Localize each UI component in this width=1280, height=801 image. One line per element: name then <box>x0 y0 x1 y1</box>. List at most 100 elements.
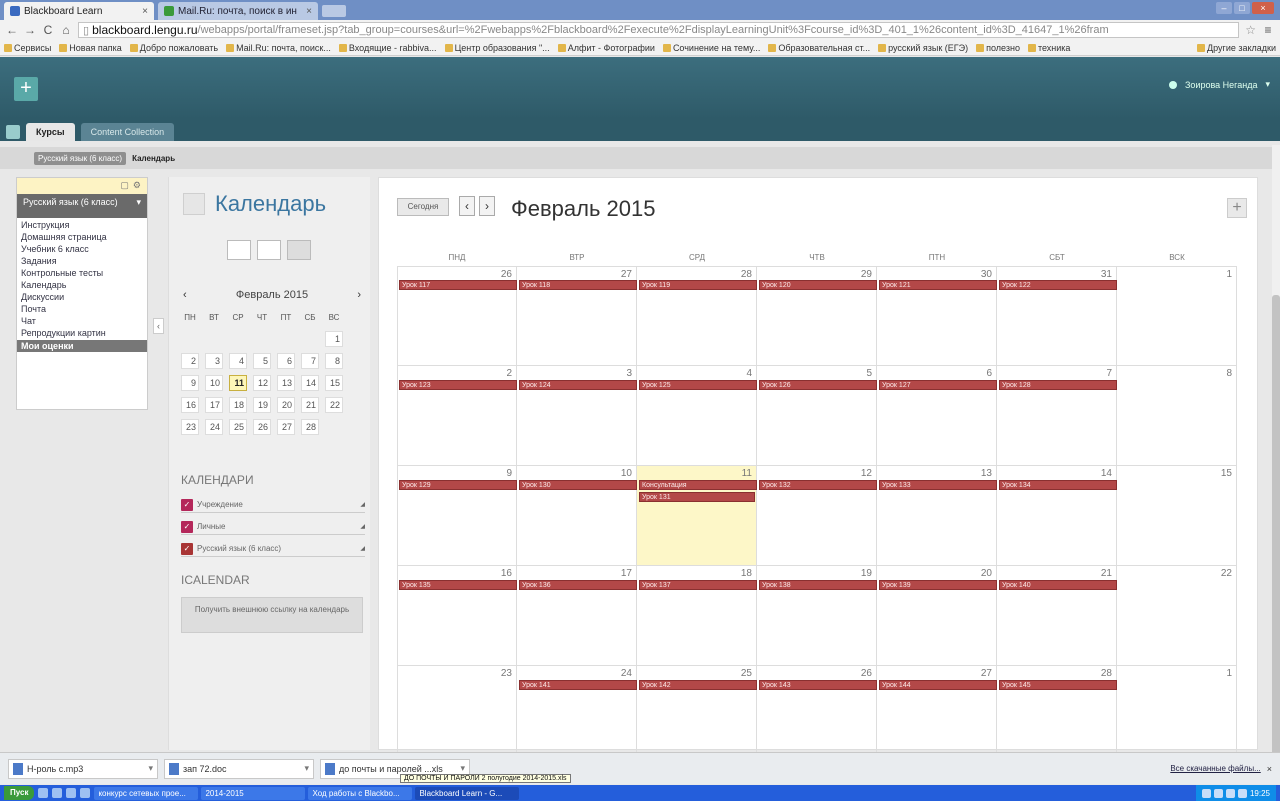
mini-next-month-button[interactable]: › <box>357 289 361 301</box>
mini-day[interactable]: 27 <box>277 419 295 435</box>
tab-content-collection[interactable]: Content Collection <box>80 123 175 141</box>
calendar-event[interactable]: Урок 137 <box>639 580 757 590</box>
chevron-down-icon[interactable]: ◢ <box>360 523 365 530</box>
calendar-event[interactable]: Урок 132 <box>759 480 877 490</box>
calendar-event[interactable]: Урок 127 <box>879 380 997 390</box>
mini-day[interactable]: 17 <box>205 397 223 413</box>
folder-view-icon[interactable]: ▢ <box>120 180 129 192</box>
course-menu-item[interactable]: Контрольные тесты <box>17 266 147 278</box>
close-window-icon[interactable]: × <box>1252 2 1274 14</box>
calendar-event[interactable]: Урок 121 <box>879 280 997 290</box>
bookmark-item[interactable]: Входящие - rabbiva... <box>338 43 437 53</box>
browser-tab-blackboard[interactable]: Blackboard Learn × <box>4 2 154 20</box>
mini-day[interactable]: 22 <box>325 397 343 413</box>
download-item[interactable]: Н-роль с.mp3 ▾ <box>8 758 158 779</box>
day-cell[interactable]: 1 <box>1117 266 1237 366</box>
day-cell[interactable]: 15 <box>1117 466 1237 566</box>
calendar-event[interactable]: Урок 120 <box>759 280 877 290</box>
chevron-down-icon[interactable]: ▾ <box>460 763 465 774</box>
show-all-downloads-link[interactable]: Все скачанные файлы... <box>1170 764 1260 773</box>
mini-prev-month-button[interactable]: ‹ <box>183 289 187 301</box>
mini-day[interactable]: 12 <box>253 375 271 391</box>
calendar-event[interactable]: Урок 134 <box>999 480 1117 490</box>
mini-day[interactable]: 26 <box>253 419 271 435</box>
calendar-event[interactable]: Урок 140 <box>999 580 1117 590</box>
day-cell[interactable]: 8 <box>1117 366 1237 466</box>
calendar-event[interactable]: Урок 138 <box>759 580 877 590</box>
calendar-event[interactable]: Урок 129 <box>399 480 517 490</box>
quick-launch-icon[interactable] <box>66 788 77 798</box>
mini-day[interactable]: 3 <box>205 353 223 369</box>
mini-day[interactable]: 9 <box>181 375 199 391</box>
browser-tab-mail[interactable]: Mail.Ru: почта, поиск в ин × <box>158 2 318 20</box>
bookmark-item[interactable]: Mail.Ru: почта, поиск... <box>226 43 331 53</box>
mini-day[interactable]: 13 <box>277 375 295 391</box>
calendar-source[interactable]: ✓ Личные ◢ <box>181 519 365 535</box>
mini-day[interactable]: 16 <box>181 397 199 413</box>
bookmark-item[interactable]: Добро пожаловать <box>129 43 218 53</box>
prev-month-button[interactable]: ‹ <box>459 196 475 216</box>
tray-icon[interactable] <box>1213 788 1223 798</box>
checkbox-icon[interactable]: ✓ <box>181 498 193 511</box>
close-tab-icon[interactable]: × <box>142 6 148 17</box>
course-menu-item[interactable]: Почта <box>17 302 147 314</box>
tab-courses[interactable]: Курсы <box>26 123 75 141</box>
close-downloads-icon[interactable]: × <box>1267 764 1272 774</box>
calendar-event[interactable]: Урок 133 <box>879 480 997 490</box>
course-menu-item[interactable]: Дискуссии <box>17 290 147 302</box>
mini-day[interactable]: 5 <box>253 353 271 369</box>
checkbox-icon[interactable]: ✓ <box>181 542 193 555</box>
user-menu[interactable]: Зоирова Неганда ▾ <box>1168 79 1270 90</box>
start-button[interactable]: Пуск <box>4 786 35 800</box>
close-tab-icon[interactable]: × <box>306 6 312 17</box>
calendar-event[interactable]: Урок 128 <box>999 380 1117 390</box>
week-view-button[interactable] <box>257 240 281 260</box>
calendar-event[interactable]: Урок 139 <box>879 580 997 590</box>
mini-day[interactable]: 1 <box>325 331 343 347</box>
course-menu-item[interactable]: Календарь <box>17 278 147 290</box>
calendar-event[interactable]: Консультация <box>639 480 757 490</box>
menu-icon[interactable]: ≡ <box>1262 23 1274 37</box>
maximize-icon[interactable]: □ <box>1234 2 1250 14</box>
mini-day[interactable]: 25 <box>229 419 247 435</box>
minimize-icon[interactable]: – <box>1216 2 1232 14</box>
calendar-event[interactable]: Урок 118 <box>519 280 637 290</box>
chevron-down-icon[interactable]: ▾ <box>148 763 153 774</box>
calendar-source[interactable]: ✓ Учреждение ◢ <box>181 497 365 513</box>
breadcrumb-course[interactable]: Русский язык (6 класс) <box>34 151 127 165</box>
mini-day[interactable]: 24 <box>205 419 223 435</box>
course-menu-item[interactable]: Репродукции картин <box>17 326 147 338</box>
calendar-event[interactable]: Урок 126 <box>759 380 877 390</box>
mini-day[interactable]: 7 <box>301 353 319 369</box>
tray-icon[interactable] <box>1225 788 1235 798</box>
back-arrow-icon[interactable]: ← <box>6 23 18 37</box>
course-menu-item[interactable]: Чат <box>17 314 147 326</box>
course-menu-title[interactable]: Русский язык (6 класс) ▾ <box>17 194 147 218</box>
mini-day[interactable]: 10 <box>205 375 223 391</box>
taskbar-task[interactable]: Blackboard Learn - G... <box>415 786 520 800</box>
tab-settings-icon[interactable] <box>6 125 20 139</box>
calendar-event[interactable]: Урок 122 <box>999 280 1117 290</box>
calendar-event[interactable]: Урок 141 <box>519 680 637 690</box>
bookmark-item[interactable]: полезно <box>976 43 1020 53</box>
new-tab-button[interactable] <box>322 5 346 17</box>
mini-day[interactable]: 8 <box>325 353 343 369</box>
course-menu-item[interactable]: Инструкция <box>17 218 147 230</box>
quick-launch-icon[interactable] <box>38 788 49 798</box>
day-view-button[interactable] <box>227 240 251 260</box>
month-view-button[interactable] <box>287 240 311 260</box>
next-month-button[interactable]: › <box>479 196 495 216</box>
calendar-event[interactable]: Урок 135 <box>399 580 517 590</box>
settings-icon[interactable]: ⚙ <box>133 180 141 192</box>
address-bar[interactable]: ▯ blackboard.lengu.ru /webapps/portal/fr… <box>78 22 1240 38</box>
mini-day[interactable]: 14 <box>301 375 319 391</box>
mini-day[interactable]: 15 <box>325 375 343 391</box>
scrollbar-thumb[interactable] <box>1272 295 1280 775</box>
calendar-source[interactable]: ✓ Русский язык (6 класс) ◢ <box>181 541 365 557</box>
bookmark-item[interactable]: Сочинение на тему... <box>662 43 760 53</box>
taskbar-task[interactable]: Ход работы с Blackbo... <box>308 786 413 800</box>
download-item[interactable]: зап 72.doc ▾ <box>164 758 314 779</box>
chevron-down-icon[interactable]: ◢ <box>360 501 365 508</box>
calendar-event[interactable]: Урок 124 <box>519 380 637 390</box>
chevron-down-icon[interactable]: ◢ <box>360 545 365 552</box>
